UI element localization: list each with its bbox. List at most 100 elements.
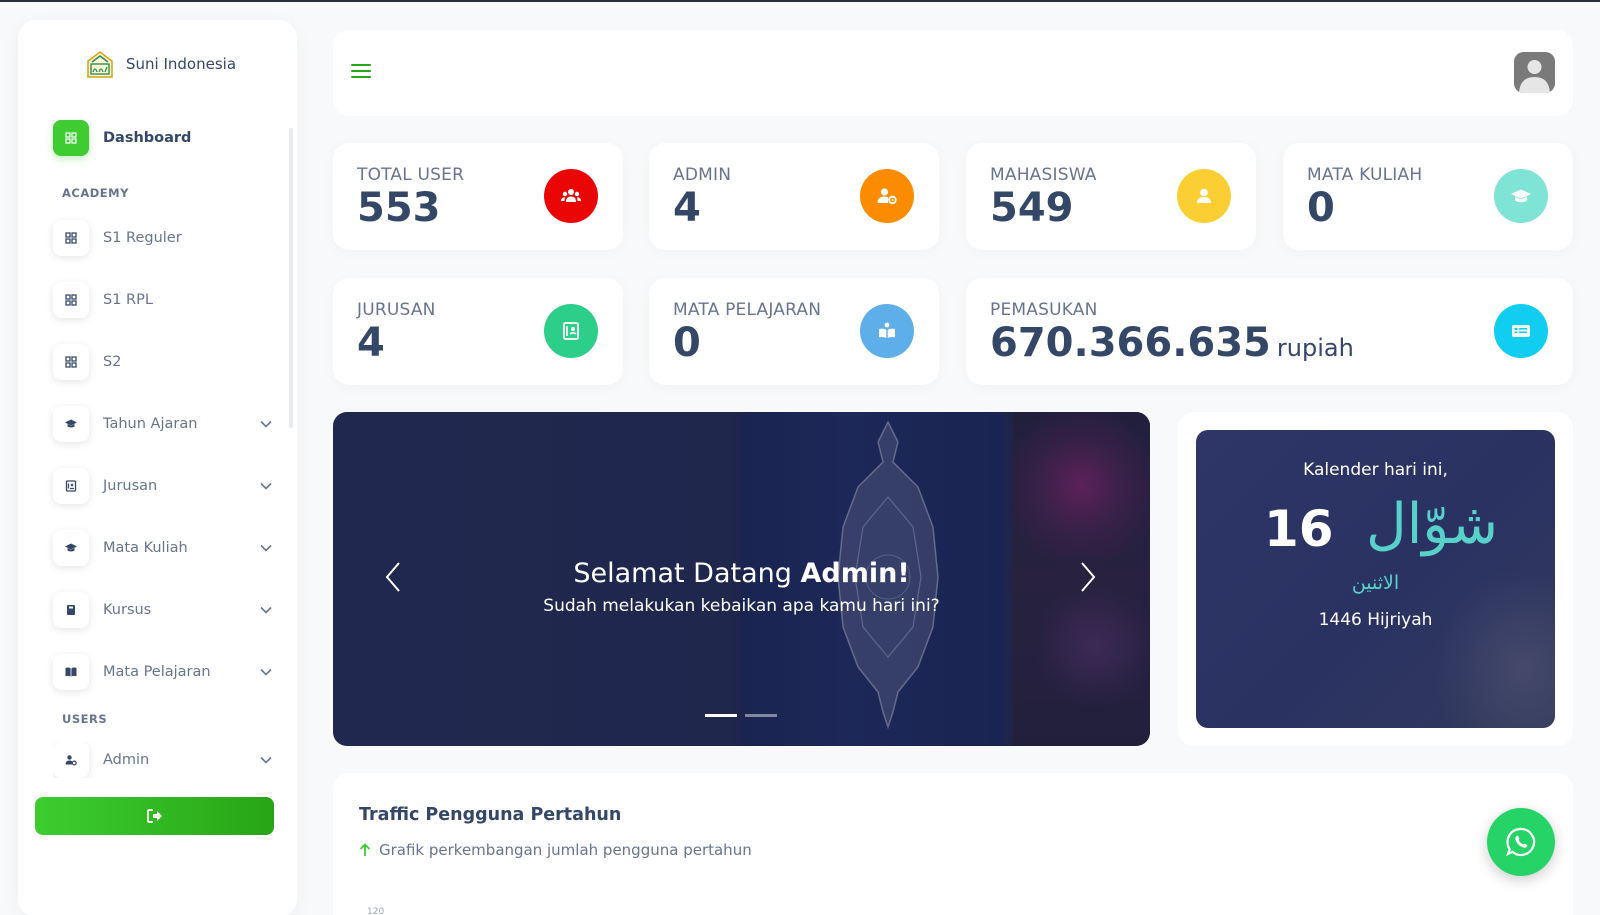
whatsapp-icon (1506, 827, 1536, 857)
stat-card-total-user: TOTAL USER 553 (333, 143, 623, 250)
sidebar-item-label: S2 (103, 354, 122, 370)
carousel-title-prefix: Selamat Datang (573, 558, 792, 589)
stat-card-mata-kuliah: MATA KULIAH 0 (1283, 143, 1573, 250)
sidebar-item-label: Jurusan (103, 478, 158, 494)
sidebar-item-label: Mata Pelajaran (103, 664, 211, 680)
carousel-indicators (705, 714, 777, 717)
carousel-next-icon[interactable] (1078, 560, 1098, 594)
stat-label: MATA PELAJARAN (673, 300, 822, 320)
logout-button[interactable] (35, 797, 274, 835)
money-card-icon (1494, 304, 1548, 358)
stat-value-unit: rupiah (1276, 334, 1354, 362)
sidebar: Suni Indonesia Dashboard ACADEMY S1 Regu… (18, 20, 297, 915)
stat-label: JURUSAN (357, 300, 436, 320)
carousel-subtitle: Sudah melakukan kebaikan apa kamu hari i… (543, 596, 940, 616)
whatsapp-button[interactable] (1487, 808, 1555, 876)
stat-label: PEMASUKAN (990, 300, 1098, 320)
stat-value: 4 (673, 185, 701, 231)
stat-label: MAHASISWA (990, 165, 1097, 185)
chevron-down-icon (260, 606, 272, 614)
carousel-indicator-2[interactable] (745, 714, 777, 717)
sidebar-item-tahun-ajaran[interactable]: Tahun Ajaran (53, 404, 273, 444)
graduation-cap-icon (1494, 169, 1548, 223)
grid-icon (53, 282, 89, 318)
sidebar-item-label: Dashboard (103, 130, 192, 146)
section-title-academy: ACADEMY (62, 186, 129, 200)
chart-axis-tick: 120 (367, 907, 385, 915)
stat-label: TOTAL USER (357, 165, 465, 185)
section-title-users: USERS (62, 712, 108, 726)
carousel-title: Selamat Datang Admin! (333, 558, 1150, 589)
sidebar-item-dashboard[interactable]: Dashboard (53, 118, 273, 158)
stat-card-pemasukan: PEMASUKAN 670.366.635 rupiah (966, 278, 1573, 385)
stat-label: MATA KULIAH (1307, 165, 1423, 185)
user-icon (1177, 169, 1231, 223)
top-navbar (333, 30, 1573, 116)
book-icon (53, 592, 89, 628)
avatar[interactable] (1514, 52, 1555, 93)
grid-icon (53, 344, 89, 380)
welcome-carousel: Selamat Datang Admin! Sudah melakukan ke… (333, 412, 1150, 746)
brand-logo (87, 51, 113, 78)
sidebar-scrollbar[interactable] (289, 128, 293, 428)
sidebar-item-admin[interactable]: Admin (53, 742, 273, 778)
chevron-down-icon (260, 668, 272, 676)
traffic-subtitle-text: Grafik perkembangan jumlah pengguna pert… (379, 841, 752, 859)
stat-label: ADMIN (673, 165, 732, 185)
carousel-title-name: Admin! (800, 558, 910, 589)
sidebar-item-mata-pelajaran[interactable]: Mata Pelajaran (53, 652, 273, 692)
sidebar-item-label: Kursus (103, 602, 152, 618)
stat-value: 670.366.635 rupiah (990, 320, 1354, 366)
sidebar-item-label: Mata Kuliah (103, 540, 188, 556)
brand-name: Suni Indonesia (126, 55, 237, 73)
chevron-down-icon (260, 756, 272, 764)
user-gear-icon (860, 169, 914, 223)
sidebar-item-label: Admin (103, 752, 150, 768)
grid-icon (53, 120, 89, 156)
carousel-prev-icon[interactable] (383, 560, 403, 594)
carousel-indicator-1[interactable] (705, 714, 737, 717)
user-gear-icon (53, 742, 89, 778)
id-badge-icon (544, 304, 598, 358)
hamburger-menu-icon[interactable] (351, 64, 371, 80)
sidebar-item-s2[interactable]: S2 (53, 342, 273, 382)
traffic-title: Traffic Pengguna Pertahun (359, 805, 622, 825)
hijri-calendar-card: Kalender hari ini, 16 شوّال الاثنين 1446… (1178, 412, 1573, 746)
sidebar-item-kursus[interactable]: Kursus (53, 590, 273, 630)
book-reader-icon (860, 304, 914, 358)
stat-value: 0 (673, 320, 701, 366)
stat-card-mahasiswa: MAHASISWA 549 (966, 143, 1256, 250)
calendar-weekday: الاثنين (1351, 572, 1400, 594)
user-avatar-icon (1514, 52, 1555, 93)
calendar-day: 16 (1264, 500, 1334, 558)
sidebar-item-label: S1 RPL (103, 292, 153, 308)
stat-value: 4 (357, 320, 385, 366)
sidebar-item-label: S1 Reguler (103, 230, 182, 246)
sidebar-item-label: Tahun Ajaran (103, 416, 198, 432)
stat-value: 0 (1307, 185, 1335, 231)
traffic-subtitle: Grafik perkembangan jumlah pengguna pert… (359, 841, 752, 859)
sidebar-item-s1-rpl[interactable]: S1 RPL (53, 280, 273, 320)
stat-card-mata-pelajaran: MATA PELAJARAN 0 (649, 278, 939, 385)
graduation-cap-icon (53, 406, 89, 442)
stat-card-jurusan: JURUSAN 4 (333, 278, 623, 385)
traffic-chart-card: Traffic Pengguna Pertahun Grafik perkemb… (333, 773, 1573, 915)
grid-icon (53, 220, 89, 256)
arrow-up-icon (359, 843, 371, 856)
chevron-down-icon (260, 482, 272, 490)
graduation-cap-icon (53, 530, 89, 566)
open-book-icon (53, 654, 89, 690)
stat-value-number: 670.366.635 (990, 320, 1271, 366)
chevron-down-icon (260, 420, 272, 428)
users-icon (544, 169, 598, 223)
hijri-calendar: Kalender hari ini, 16 شوّال الاثنين 1446… (1196, 430, 1555, 728)
sign-out-icon (146, 809, 162, 823)
brand[interactable]: Suni Indonesia (84, 48, 236, 80)
stat-value: 549 (990, 185, 1074, 231)
sidebar-item-mata-kuliah[interactable]: Mata Kuliah (53, 528, 273, 568)
calendar-title: Kalender hari ini, (1303, 460, 1448, 480)
sidebar-item-jurusan[interactable]: Jurusan (53, 466, 273, 506)
calendar-month: شوّال (1366, 492, 1499, 557)
sidebar-item-s1-reguler[interactable]: S1 Reguler (53, 218, 273, 258)
chevron-down-icon (260, 544, 272, 552)
